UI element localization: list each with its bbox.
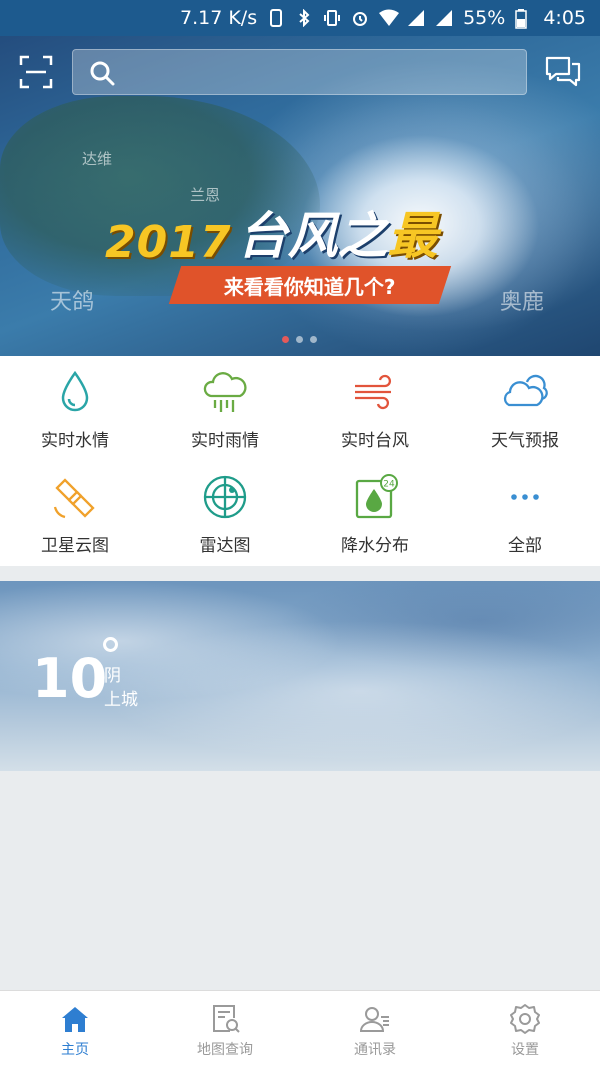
grid-item-label: 降水分布 xyxy=(341,536,409,556)
signal-icon xyxy=(407,9,425,27)
top-bar xyxy=(0,46,600,96)
banner-year: 2017 xyxy=(105,217,232,268)
banner-place-label: 奥鹿 xyxy=(500,290,545,315)
grid-item-forecast[interactable]: 天气预报 xyxy=(450,356,600,456)
home-icon xyxy=(62,1007,88,1032)
radar-icon xyxy=(203,475,247,519)
weather-condition: 阴 xyxy=(104,666,121,686)
nav-item-label: 设置 xyxy=(511,1042,539,1058)
banner-title: 2017 台风之最 xyxy=(105,196,437,268)
svg-text:24: 24 xyxy=(383,480,395,490)
grid-item-label: 全部 xyxy=(508,536,542,556)
grid-item-rain[interactable]: 实时雨情 xyxy=(150,356,300,456)
water-drop-icon xyxy=(61,370,89,412)
wifi-icon xyxy=(379,9,400,27)
bluetooth-icon xyxy=(295,9,313,27)
carousel-dot[interactable] xyxy=(310,336,317,343)
rain-cloud-icon xyxy=(203,372,247,412)
cloud-icon xyxy=(503,374,548,407)
carousel-dot[interactable] xyxy=(296,336,303,343)
message-button[interactable] xyxy=(544,54,582,90)
grid-item-all[interactable]: 全部 xyxy=(450,461,600,561)
rain-distribution-icon: 24 xyxy=(355,474,398,519)
banner-subtitle: 来看看你知道几个? xyxy=(224,274,396,299)
scan-button[interactable] xyxy=(18,54,54,90)
weather-card[interactable]: 10 阴 上城 xyxy=(0,581,600,771)
banner-headline-accent: 最 xyxy=(387,207,438,265)
contacts-icon xyxy=(359,1007,389,1032)
scan-icon xyxy=(19,55,53,89)
grid-item-radar[interactable]: 雷达图 xyxy=(150,461,300,561)
net-speed: 7.17 K/s xyxy=(179,7,258,29)
nav-item-settings[interactable]: 设置 xyxy=(450,991,600,1067)
degree-icon xyxy=(103,637,118,652)
grid-item-typhoon[interactable]: 实时台风 xyxy=(300,356,450,456)
nav-item-map-search[interactable]: 地图查询 xyxy=(150,991,300,1067)
weather-location: 上城 xyxy=(104,690,138,710)
clock: 4:05 xyxy=(543,7,586,29)
battery-icon xyxy=(515,9,533,29)
search-input[interactable] xyxy=(125,50,515,94)
signal-icon xyxy=(435,9,453,27)
carousel-indicator xyxy=(282,336,317,343)
banner-place-label: 天鸽 xyxy=(50,290,95,315)
banner-place-label: 达维 xyxy=(82,150,113,168)
more-icon xyxy=(511,494,539,500)
grid-item-satellite[interactable]: 卫星云图 xyxy=(0,461,150,561)
search-icon xyxy=(90,61,115,86)
grid-item-label: 实时雨情 xyxy=(191,431,259,451)
nav-item-home[interactable]: 主页 xyxy=(0,991,150,1067)
phone-icon xyxy=(267,9,285,27)
grid-item-label: 雷达图 xyxy=(199,536,251,556)
weather-temperature: 10 xyxy=(32,647,108,710)
status-bar: 7.17 K/s 55% 4:05 xyxy=(0,0,600,36)
grid-item-water[interactable]: 实时水情 xyxy=(0,356,150,456)
banner-headline-main: 台风之 xyxy=(237,207,388,265)
settings-icon xyxy=(510,1004,540,1034)
wind-icon xyxy=(355,374,391,410)
nav-item-label: 主页 xyxy=(61,1042,89,1058)
vibrate-icon xyxy=(323,9,341,27)
banner-subtitle-ribbon: 来看看你知道几个? xyxy=(168,266,452,304)
map-search-icon xyxy=(213,1005,240,1033)
message-icon xyxy=(545,56,581,87)
bottom-nav: 主页 地图查询 通讯录 设置 xyxy=(0,990,600,1067)
grid-item-label: 实时台风 xyxy=(341,431,409,451)
nav-item-label: 通讯录 xyxy=(354,1042,396,1058)
banner-headline: 台风之最 xyxy=(237,196,437,268)
carousel-dot[interactable] xyxy=(282,336,289,343)
alarm-icon xyxy=(351,9,369,27)
grid-item-label: 实时水情 xyxy=(41,431,109,451)
nav-item-label: 地图查询 xyxy=(197,1042,253,1058)
search-bar[interactable] xyxy=(72,49,527,95)
battery-percent: 55% xyxy=(463,7,506,29)
grid-item-precipitation[interactable]: 24 降水分布 xyxy=(300,461,450,561)
satellite-icon xyxy=(53,478,95,519)
nav-item-contacts[interactable]: 通讯录 xyxy=(300,991,450,1067)
grid-item-label: 天气预报 xyxy=(491,431,559,451)
grid-item-label: 卫星云图 xyxy=(41,536,109,556)
function-grid: 实时水情 实时雨情 实时台风 天气预报 卫星云图 雷达图 24 降水分布 全部 xyxy=(0,356,600,566)
